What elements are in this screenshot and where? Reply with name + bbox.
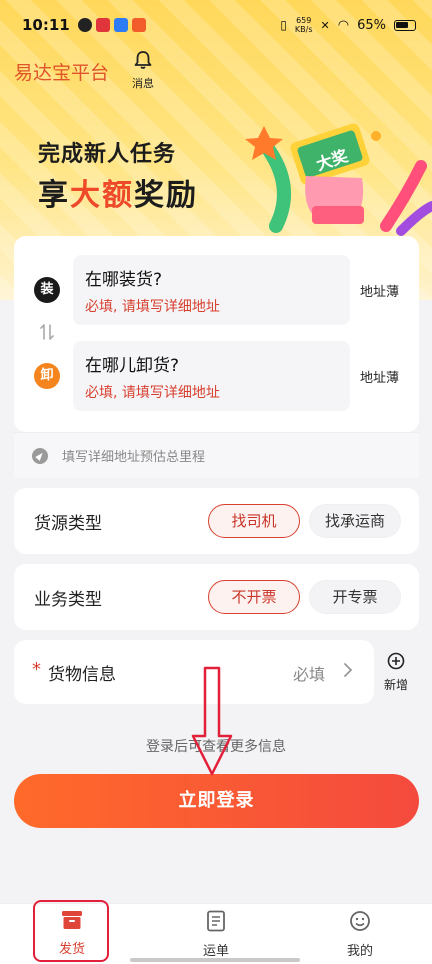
signal-icon: ✕ xyxy=(320,18,330,32)
load-address-hint: 必填, 请填写详细地址 xyxy=(85,299,220,315)
status-bar: 10:11 ▯ 659 KB/s ✕ ◠ 65% xyxy=(0,0,432,50)
brand-title: 易达宝平台 xyxy=(14,62,110,84)
add-goods-label: 新增 xyxy=(383,678,408,692)
goods-info-placeholder: 必填 xyxy=(293,665,326,684)
notification-button[interactable]: 消息 xyxy=(128,50,158,91)
swap-address-icon[interactable] xyxy=(38,322,56,342)
goods-info-row[interactable]: * 货物信息 必填 xyxy=(14,640,374,704)
document-icon xyxy=(207,910,225,932)
banner-subtitle: 享大额奖励 xyxy=(38,178,198,213)
smile-icon xyxy=(350,911,370,931)
vibrate-icon: ▯ xyxy=(280,18,287,32)
load-address-input[interactable]: 在哪装货? 必填, 请填写详细地址 xyxy=(73,255,350,325)
tab-mine-label: 我的 xyxy=(346,944,373,959)
business-type-card: 业务类型 不开票 开专票 xyxy=(14,564,419,630)
app-notification-icon xyxy=(113,18,128,32)
status-indicators: ▯ 659 KB/s ✕ ◠ 65% xyxy=(280,16,416,34)
unload-address-title: 在哪儿卸货? xyxy=(85,356,180,376)
app-notification-icon xyxy=(95,18,110,32)
unload-badge: 卸 xyxy=(34,363,60,389)
load-address-row: 装 在哪装货? 必填, 请填写详细地址 地址薄 xyxy=(14,255,419,325)
app-notification-icon xyxy=(131,18,146,32)
load-address-title: 在哪装货? xyxy=(85,270,163,290)
login-button[interactable]: 立即登录 xyxy=(14,774,419,828)
business-type-label: 业务类型 xyxy=(34,590,102,610)
load-address-book-link[interactable]: 地址薄 xyxy=(360,281,399,300)
app-header: 易达宝平台 消息 xyxy=(0,50,432,94)
network-speed: 659 KB/s xyxy=(294,16,313,34)
mileage-estimate-bar: 填写详细地址预估总里程 xyxy=(14,432,419,478)
compass-icon xyxy=(32,447,48,464)
chevron-right-icon xyxy=(344,663,353,677)
status-time: 10:11 xyxy=(22,16,70,34)
unload-address-input[interactable]: 在哪儿卸货? 必填, 请填写详细地址 xyxy=(73,341,350,411)
business-type-option-no-invoice[interactable]: 不开票 xyxy=(208,580,300,614)
cargo-source-option-carrier[interactable]: 找承运商 xyxy=(309,504,401,538)
bell-icon xyxy=(134,51,152,69)
mileage-estimate-hint: 填写详细地址预估总里程 xyxy=(62,450,206,465)
add-goods-button[interactable]: 新增 xyxy=(378,652,414,693)
tab-waybill-label: 运单 xyxy=(202,944,229,959)
plus-circle-icon xyxy=(387,652,405,670)
unload-address-hint: 必填, 请填写详细地址 xyxy=(85,385,220,401)
unload-address-row: 卸 在哪儿卸货? 必填, 请填写详细地址 地址薄 xyxy=(14,341,419,411)
tab-mine[interactable]: 我的 xyxy=(320,910,400,959)
cargo-source-option-driver[interactable]: 找司机 xyxy=(208,504,300,538)
reward-hand-illustration: 大奖 xyxy=(245,123,432,236)
unload-address-book-link[interactable]: 地址薄 xyxy=(360,367,399,386)
promo-banner[interactable]: 完成新人任务 享大额奖励 大奖 xyxy=(0,96,432,236)
notification-label: 消息 xyxy=(132,77,154,90)
battery-percent: 65% xyxy=(357,17,386,33)
login-hint: 登录后可查看更多信息 xyxy=(146,739,286,755)
load-badge: 装 xyxy=(34,277,60,303)
wifi-icon: ◠ xyxy=(337,17,350,33)
home-indicator xyxy=(130,958,300,962)
battery-icon xyxy=(394,19,416,31)
tab-waybill[interactable]: 运单 xyxy=(176,910,256,959)
address-card: 装 在哪装货? 必填, 请填写详细地址 地址薄 卸 在哪儿卸货? 必填, 请填写… xyxy=(14,236,419,432)
goods-info-label: 货物信息 xyxy=(48,665,116,685)
cargo-source-label: 货源类型 xyxy=(34,514,102,534)
annotation-highlight-box xyxy=(33,900,109,962)
app-notification-icon xyxy=(77,18,92,32)
cargo-source-card: 货源类型 找司机 找承运商 xyxy=(14,488,419,554)
banner-title: 完成新人任务 xyxy=(38,142,177,167)
business-type-option-special-invoice[interactable]: 开专票 xyxy=(309,580,401,614)
required-mark: * xyxy=(32,659,41,680)
